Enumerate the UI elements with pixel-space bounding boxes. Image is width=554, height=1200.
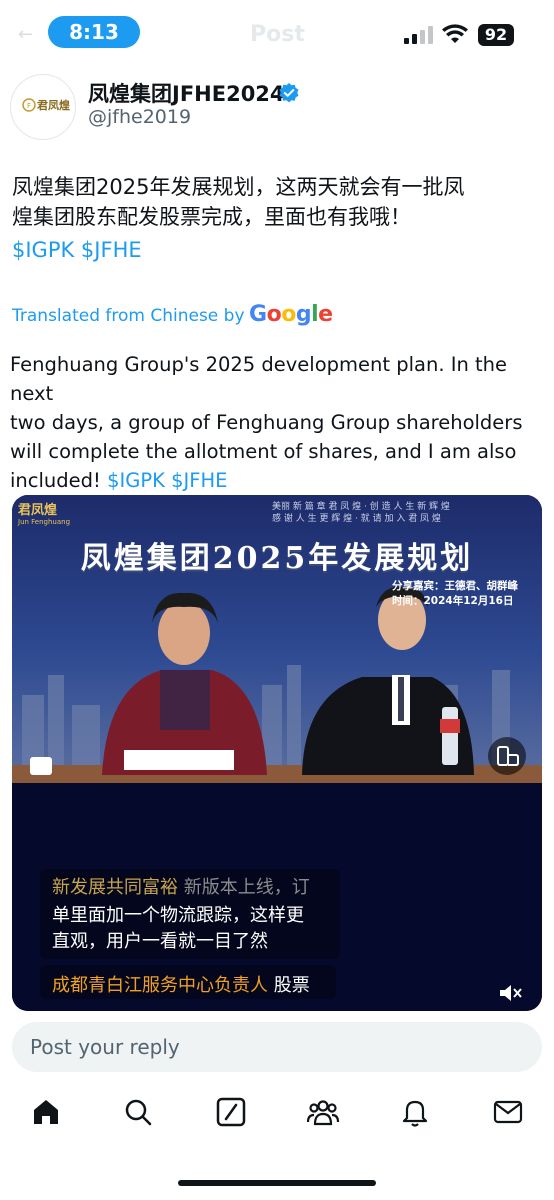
video-player[interactable]: 君凤煌 Jun Fenghuang 美丽 新 篇 章 君 凤 煌 · 创 造 人…	[12, 495, 542, 1011]
verified-badge-icon	[279, 83, 299, 103]
video-caption-part: 新发展共同富裕	[52, 877, 178, 898]
tweet-text: 凤煌集团2025年发展规划，这两天就会有一批凤 煌集团股东配发股票完成，里面也有…	[12, 172, 542, 232]
tab-grok[interactable]	[209, 1090, 253, 1134]
messages-icon	[493, 1100, 523, 1124]
avatar-logo-text: 君凤煌	[37, 99, 70, 112]
video-ticker-line: 感 谢 人 生 更 辉 煌 · 就 请 加 入 君 凤 煌	[272, 514, 441, 524]
tab-communities[interactable]	[301, 1090, 345, 1134]
user-handle[interactable]: @jfhe2019	[88, 106, 191, 128]
video-caption: 成都青白江服务中心负责人 股票	[52, 973, 310, 999]
grok-icon	[216, 1097, 246, 1127]
svg-text:F: F	[27, 102, 31, 110]
translated-label: Translated from Chinese by	[12, 306, 245, 326]
video-caption: 直观，用户一看就一目了然	[52, 931, 268, 952]
video-logo-text: 君凤煌	[18, 503, 58, 518]
tweet-cashtags[interactable]: $IGPK $JFHE	[12, 238, 142, 262]
reply-input[interactable]: Post your reply	[12, 1022, 542, 1072]
video-ticker: 美丽 新 篇 章 君 凤 煌 · 创 造 人 生 新 辉 煌 感 谢 人 生 更…	[272, 501, 542, 525]
video-caption: 单里面加一个物流跟踪，这样更	[52, 905, 304, 926]
video-caption-part: 股票	[273, 975, 310, 996]
video-caption-area: 新发展共同富裕 新版本上线，订 单里面加一个物流跟踪，这样更 直观，用户一看就一…	[12, 783, 542, 1011]
video-caption-part: 新版本上线，订	[183, 877, 310, 898]
video-guests-line: 时间：2024年12月16日	[392, 595, 514, 607]
battery-indicator: 92	[478, 24, 514, 46]
home-indicator	[178, 1180, 376, 1186]
status-bar: ← Post 8:13 92	[0, 0, 554, 70]
avatar[interactable]: F 君凤煌	[10, 74, 76, 140]
fullscreen-rotate-button[interactable]	[488, 737, 526, 775]
tab-home[interactable]	[24, 1090, 68, 1134]
tab-notifications[interactable]	[393, 1090, 437, 1134]
video-frame: 君凤煌 Jun Fenghuang 美丽 新 篇 章 君 凤 煌 · 创 造 人…	[12, 495, 542, 783]
mute-icon[interactable]	[496, 979, 524, 1007]
rotate-screen-icon	[497, 746, 519, 766]
cellular-signal-icon	[404, 26, 434, 44]
video-guests: 分享嘉宾：王德君、胡群峰 时间：2024年12月16日	[392, 579, 518, 609]
video-logo: 君凤煌 Jun Fenghuang	[18, 499, 108, 526]
home-icon	[34, 1100, 58, 1124]
video-caption-part: 成都青白江服务中心负责人	[52, 975, 268, 996]
video-caption: 新发展共同富裕 新版本上线，订	[52, 875, 310, 901]
translation-cashtags[interactable]: $IGPK $JFHE	[107, 469, 227, 492]
tweet-text-line: 凤煌集团2025年发展规划，这两天就会有一批凤	[12, 175, 465, 199]
video-logo-sub: Jun Fenghuang	[18, 518, 71, 526]
tab-messages[interactable]	[486, 1090, 530, 1134]
video-ticker-line: 美丽 新 篇 章 君 凤 煌 · 创 造 人 生 新 辉 煌	[272, 502, 450, 512]
tweet-text-line: 煌集团股东配发股票完成，里面也有我哦！	[12, 205, 411, 229]
search-icon	[125, 1099, 152, 1126]
back-arrow-icon[interactable]: ←	[18, 24, 33, 45]
translated-text: Fenghuang Group's 2025 development plan.…	[10, 350, 545, 495]
display-name[interactable]: 凤煌集团JFHE2024	[88, 78, 285, 108]
translation-end-text: included!	[10, 469, 101, 492]
translation-line: Fenghuang Group's 2025 development plan.…	[10, 353, 508, 405]
video-guests-line: 分享嘉宾：王德君、胡群峰	[392, 580, 518, 592]
bottom-tab-bar	[0, 1090, 554, 1150]
google-logo: Google	[249, 302, 333, 327]
communities-icon	[306, 1100, 340, 1126]
status-time: 8:13	[48, 16, 140, 48]
video-title: 凤煌集团2025年发展规划	[80, 541, 474, 576]
notifications-icon	[402, 1100, 428, 1127]
wifi-icon	[442, 24, 468, 43]
tab-search[interactable]	[116, 1090, 160, 1134]
translation-line: two days, a group of Fenghuang Group sha…	[10, 411, 523, 434]
translation-line: included! $IGPK $JFHE	[10, 466, 545, 495]
header-title: Post	[250, 22, 305, 47]
translation-line: will complete the allotment of shares, a…	[10, 440, 517, 463]
